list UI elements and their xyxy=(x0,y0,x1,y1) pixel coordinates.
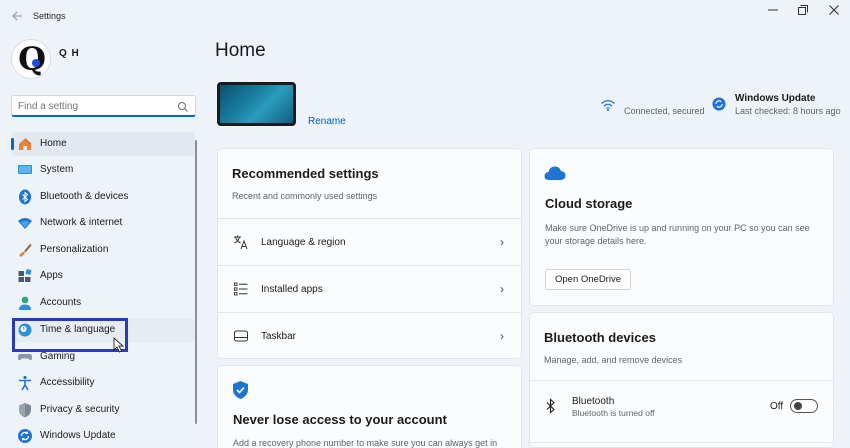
apps-icon xyxy=(17,268,33,284)
account-card-title: Never lose access to your account xyxy=(233,412,447,427)
sidebar-item-label: Accounts xyxy=(40,297,82,308)
person-icon xyxy=(17,295,33,311)
avatar-letter: Q xyxy=(18,40,46,78)
sidebar-item-label: Home xyxy=(40,138,67,149)
sidebar-item-accounts[interactable]: Accounts xyxy=(11,291,195,315)
row-label: Installed apps xyxy=(261,284,323,295)
bluetooth-toggle-label: Off xyxy=(770,401,784,412)
chevron-right-icon: › xyxy=(500,329,504,343)
sidebar-item-privacy-security[interactable]: Privacy & security xyxy=(11,398,195,422)
highlight-box xyxy=(12,318,128,352)
sidebar-item-personalization[interactable]: Personalization xyxy=(11,238,195,262)
rename-link[interactable]: Rename xyxy=(308,116,346,127)
chevron-right-icon: › xyxy=(500,235,504,249)
cloud-storage-description: Make sure OneDrive is up and running on … xyxy=(545,223,810,246)
sidebar-item-label: System xyxy=(40,164,74,175)
sidebar-item-accessibility[interactable]: Accessibility xyxy=(11,371,195,395)
cloud-icon xyxy=(544,165,566,181)
windows-update-status-icon[interactable] xyxy=(712,97,726,111)
sidebar-item-system[interactable]: System xyxy=(11,158,195,182)
recommended-row-taskbar[interactable]: Taskbar › xyxy=(217,313,522,359)
app-title: Settings xyxy=(33,11,66,21)
avatar-dot xyxy=(32,59,40,67)
search-icon[interactable] xyxy=(177,100,189,112)
list-icon xyxy=(233,281,249,297)
bluetooth-card-subtitle: Manage, add, and remove devices xyxy=(544,355,683,365)
open-onedrive-button[interactable]: Open OneDrive xyxy=(545,269,631,290)
recommended-row-language-region[interactable]: Language & region › xyxy=(217,219,522,265)
row-label: Taskbar xyxy=(261,331,297,342)
minimize-button[interactable] xyxy=(758,4,788,18)
sidebar-item-network[interactable]: Network & internet xyxy=(11,211,195,235)
bluetooth-card-title: Bluetooth devices xyxy=(544,330,656,345)
sidebar-item-label: Personalization xyxy=(40,244,109,255)
sidebar-item-label: Apps xyxy=(40,270,63,281)
update-status-subtitle: Last checked: 8 hours ago xyxy=(735,106,841,116)
language-icon xyxy=(233,234,249,250)
bluetooth-device-state: Bluetooth is turned off xyxy=(572,408,655,418)
close-button[interactable] xyxy=(819,4,849,18)
paintbrush-icon xyxy=(17,242,33,258)
cloud-storage-title: Cloud storage xyxy=(545,196,633,211)
sidebar-item-windows-update[interactable]: Windows Update xyxy=(11,424,195,448)
row-label: Language & region xyxy=(261,237,346,248)
chevron-right-icon: › xyxy=(500,282,504,296)
sidebar-item-label: Bluetooth & devices xyxy=(40,191,129,202)
search-input[interactable] xyxy=(18,99,168,113)
wifi-icon xyxy=(17,215,33,231)
account-security-card xyxy=(217,365,522,448)
wifi-status-icon[interactable] xyxy=(600,98,616,111)
shield-icon xyxy=(17,402,33,418)
sidebar-item-label: Network & internet xyxy=(40,217,123,228)
recommended-row-installed-apps[interactable]: Installed apps › xyxy=(217,266,522,312)
sidebar-item-label: Gaming xyxy=(40,351,76,362)
user-name: Q H xyxy=(59,48,80,59)
sidebar-item-bluetooth-devices[interactable]: Bluetooth & devices xyxy=(11,185,195,209)
page-title: Home xyxy=(215,40,266,61)
avatar[interactable]: Q xyxy=(11,39,51,79)
home-icon xyxy=(17,136,33,152)
sidebar-item-home[interactable]: Home xyxy=(11,132,195,156)
sidebar-item-label: Accessibility xyxy=(40,377,95,388)
shield-check-icon xyxy=(232,380,249,400)
selected-indicator xyxy=(11,138,14,150)
divider xyxy=(529,380,834,381)
system-display-icon xyxy=(17,162,33,178)
bluetooth-device-name: Bluetooth xyxy=(572,396,615,407)
toggle-knob xyxy=(794,402,802,410)
bluetooth-toggle[interactable] xyxy=(790,399,818,413)
maximize-button[interactable] xyxy=(788,4,818,18)
mouse-cursor-icon xyxy=(113,336,125,353)
connection-status: Connected, secured xyxy=(624,106,705,116)
back-arrow-icon[interactable] xyxy=(8,9,26,25)
sidebar-item-label: Privacy & security xyxy=(40,404,120,415)
divider xyxy=(529,442,834,443)
bluetooth-icon xyxy=(17,189,33,205)
windows-update-icon xyxy=(17,428,33,444)
sidebar-scrollbar[interactable] xyxy=(195,140,197,424)
update-status-title[interactable]: Windows Update xyxy=(735,93,815,104)
recommended-title: Recommended settings xyxy=(232,166,379,181)
recommended-subtitle: Recent and commonly used settings xyxy=(232,191,378,201)
taskbar-icon xyxy=(233,328,249,344)
device-thumbnail xyxy=(217,82,296,126)
account-card-subtitle: Add a recovery phone number to make sure… xyxy=(233,438,498,448)
sidebar-item-apps[interactable]: Apps xyxy=(11,264,195,288)
bluetooth-symbol-icon xyxy=(545,398,557,414)
accessibility-icon xyxy=(17,375,33,391)
sidebar-item-label: Windows Update xyxy=(40,430,116,441)
search-box[interactable] xyxy=(11,95,196,117)
